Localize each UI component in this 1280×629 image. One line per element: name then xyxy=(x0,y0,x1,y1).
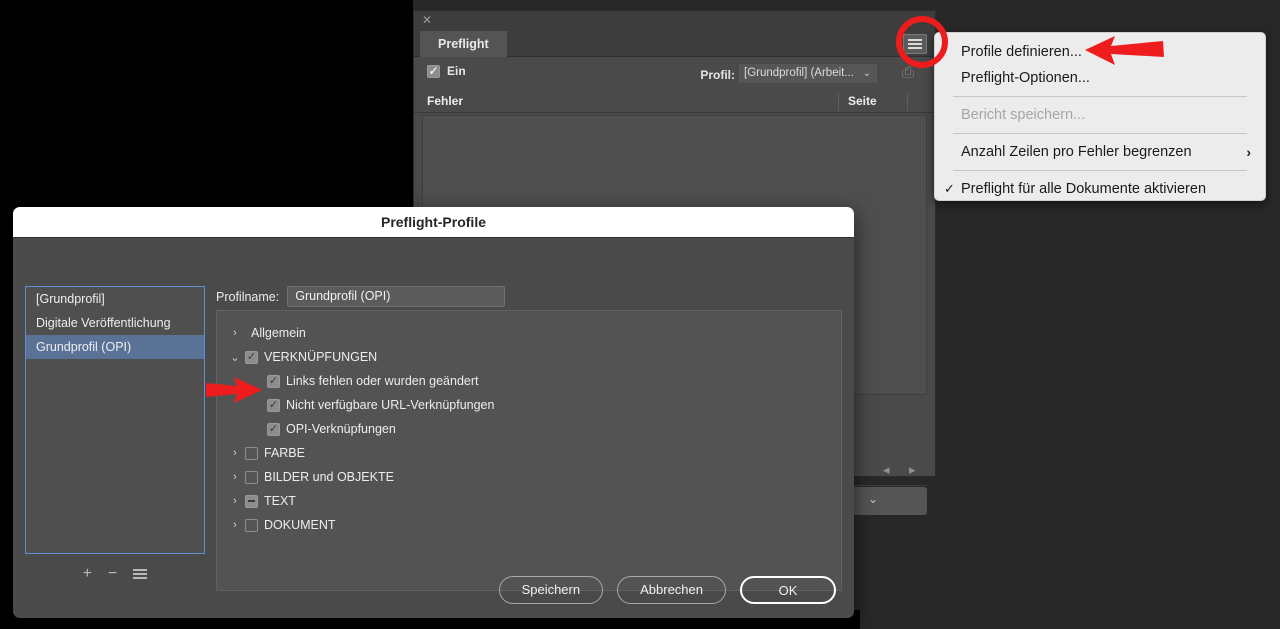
profile-name-input[interactable]: Grundprofil (OPI) xyxy=(287,286,506,307)
column-divider xyxy=(838,93,839,111)
backdrop-left xyxy=(0,0,413,209)
check-icon: ✓ xyxy=(944,181,955,196)
menu-item-preflight-alle-dokumente[interactable]: ✓ Preflight für alle Dokumente aktiviere… xyxy=(935,176,1265,202)
menu-item-preflight-optionen[interactable]: Preflight-Optionen... xyxy=(935,65,1265,91)
tree-row-verknuepfungen[interactable]: ⌄ ✓ VERKNÜPFUNGEN xyxy=(217,345,841,369)
checkbox-icon[interactable]: ✓ xyxy=(267,374,280,388)
menu-item-bericht-speichern: Bericht speichern... xyxy=(935,102,1265,128)
menu-item-anzahl-zeilen-begrenzen[interactable]: Anzahl Zeilen pro Fehler begrenzen › xyxy=(935,139,1265,165)
tree-row-allgemein[interactable]: › Allgemein xyxy=(217,321,841,345)
add-profile-icon[interactable]: + xyxy=(83,566,92,582)
annotation-arrow-menu-item xyxy=(1085,33,1165,68)
checkbox-icon[interactable]: ✓ xyxy=(245,470,258,484)
list-menu-icon[interactable] xyxy=(133,569,148,579)
profile-criteria-tree: › Allgemein ⌄ ✓ VERKNÜPFUNGEN ✓ Links fe… xyxy=(216,310,842,591)
annotation-arrow-tree-item xyxy=(204,375,264,405)
page-navigation: ◂ ▸ xyxy=(883,462,929,480)
checkbox-icon[interactable]: ✓ xyxy=(245,518,258,532)
profile-name-row: Profilname: Grundprofil (OPI) xyxy=(216,286,506,307)
tree-row-label: DOKUMENT xyxy=(264,518,336,532)
checkbox-icon[interactable] xyxy=(245,494,258,508)
menu-item-label: Preflight für alle Dokumente aktivieren xyxy=(961,181,1207,197)
menu-item-label: Preflight-Optionen... xyxy=(961,70,1090,86)
tree-row-dokument[interactable]: › ✓ DOKUMENT xyxy=(217,513,841,537)
checkbox-icon[interactable]: ✓ xyxy=(245,446,258,460)
chevron-right-icon[interactable]: › xyxy=(225,495,245,507)
list-item[interactable]: Grundprofil (OPI) xyxy=(26,335,204,359)
chevron-right-icon[interactable]: › xyxy=(225,447,245,459)
checkbox-icon[interactable]: ✓ xyxy=(245,350,258,364)
annotation-circle xyxy=(896,16,948,68)
menu-separator xyxy=(953,96,1247,97)
nav-next-icon[interactable]: ▸ xyxy=(909,462,916,478)
close-icon[interactable]: ✕ xyxy=(421,14,433,26)
ok-button[interactable]: OK xyxy=(740,576,836,604)
tree-row-label: BILDER und OBJEKTE xyxy=(264,470,394,484)
tree-row-label: FARBE xyxy=(264,446,305,460)
preflight-enable-label: Ein xyxy=(447,64,466,78)
backdrop-left-strip xyxy=(0,209,13,629)
profile-label: Profil: xyxy=(700,68,735,82)
dialog-button-row: Speichern Abbrechen OK xyxy=(498,576,836,604)
tree-row-links-fehlen[interactable]: ✓ Links fehlen oder wurden geändert xyxy=(217,369,841,393)
tree-row-bilder-objekte[interactable]: › ✓ BILDER und OBJEKTE xyxy=(217,465,841,489)
tab-preflight[interactable]: Preflight xyxy=(420,31,507,57)
profile-select[interactable]: [Grundprofil] (Arbeit... ⌄ xyxy=(739,64,877,83)
tree-row-text[interactable]: › TEXT xyxy=(217,489,841,513)
menu-item-label: Anzahl Zeilen pro Fehler begrenzen xyxy=(961,144,1192,160)
save-button[interactable]: Speichern xyxy=(498,576,604,604)
tree-row-label: Links fehlen oder wurden geändert xyxy=(286,374,479,388)
column-header-seite: Seite xyxy=(848,94,877,108)
profile-name-label: Profilname: xyxy=(216,289,280,304)
tree-row-opi-verknuepfungen[interactable]: ✓ OPI-Verknüpfungen xyxy=(217,417,841,441)
menu-separator xyxy=(953,170,1247,171)
tree-row-label: Allgemein xyxy=(251,326,306,340)
chevron-right-icon[interactable]: › xyxy=(225,519,245,531)
preflight-profile-dialog: Preflight-Profile [Grundprofil] Digitale… xyxy=(13,207,854,618)
tree-row-label: OPI-Verknüpfungen xyxy=(286,422,396,436)
tree-row-farbe[interactable]: › ✓ FARBE xyxy=(217,441,841,465)
tree-row-label: TEXT xyxy=(264,494,296,508)
preflight-options-row: ✓ Ein Profil: [Grundprofil] (Arbeit... ⌄… xyxy=(414,57,935,85)
chevron-down-icon: ⌄ xyxy=(868,492,879,506)
tree-row-label: VERKNÜPFUNGEN xyxy=(264,350,378,364)
cancel-button[interactable]: Abbrechen xyxy=(617,576,726,604)
chevron-down-icon[interactable]: ⌄ xyxy=(225,351,245,364)
list-item[interactable]: Digitale Veröffentlichung xyxy=(26,311,204,335)
tree-row-label: Nicht verfügbare URL-Verknüpfungen xyxy=(286,398,495,412)
nav-prev-icon[interactable]: ◂ xyxy=(883,462,890,478)
tree-row-url-verknuepfungen[interactable]: ✓ Nicht verfügbare URL-Verknüpfungen xyxy=(217,393,841,417)
column-header-fehler: Fehler xyxy=(427,94,464,108)
chevron-right-icon: › xyxy=(1246,144,1251,160)
preflight-panel-titlebar: ✕ « xyxy=(414,11,935,31)
chevron-down-icon: ⌄ xyxy=(862,68,871,79)
preflight-enable-toggle[interactable]: ✓ Ein xyxy=(427,64,466,78)
dialog-title: Preflight-Profile xyxy=(13,207,854,238)
preflight-tab-row: Preflight xyxy=(414,31,935,57)
menu-separator xyxy=(953,133,1247,134)
checkbox-icon[interactable]: ✓ xyxy=(267,398,280,412)
checkbox-icon[interactable]: ✓ xyxy=(427,64,440,78)
menu-item-label: Bericht speichern... xyxy=(961,107,1086,123)
error-table-header: Fehler Seite xyxy=(414,91,935,113)
remove-profile-icon[interactable]: − xyxy=(108,566,117,582)
profile-list[interactable]: [Grundprofil] Digitale Veröffentlichung … xyxy=(25,286,205,554)
menu-item-label: Profile definieren... xyxy=(961,44,1082,60)
checkbox-icon[interactable]: ✓ xyxy=(267,422,280,436)
chevron-right-icon[interactable]: › xyxy=(225,327,245,339)
chevron-right-icon[interactable]: › xyxy=(225,471,245,483)
list-item[interactable]: [Grundprofil] xyxy=(26,287,204,311)
screen: ✕ « Preflight ✓ Ein Profil: [Grundprofil… xyxy=(0,0,1280,629)
profile-list-toolbar: + − xyxy=(25,563,205,585)
profile-select-value: [Grundprofil] (Arbeit... xyxy=(744,67,854,79)
dialog-body: [Grundprofil] Digitale Veröffentlichung … xyxy=(13,238,854,618)
column-divider xyxy=(907,93,908,111)
